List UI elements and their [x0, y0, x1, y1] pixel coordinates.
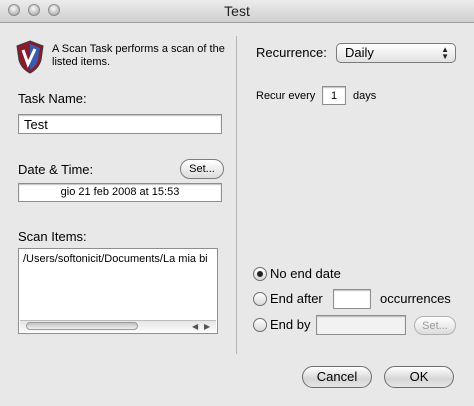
window-title: Test [224, 3, 250, 19]
recurrence-select[interactable]: Daily ▲ ▼ [336, 43, 456, 63]
recur-days-label: days [353, 90, 377, 102]
end-after-radio[interactable] [253, 292, 267, 306]
no-end-date-radio[interactable] [253, 267, 267, 281]
column-divider [236, 36, 237, 354]
no-end-date-label[interactable]: No end date [270, 266, 341, 281]
scan-items-list[interactable]: /Users/softonicit/Documents/La mia bi ◀ … [18, 248, 218, 334]
end-by-label[interactable]: End by [270, 317, 310, 332]
occurrences-label: occurrences [380, 291, 451, 306]
updown-arrows-icon: ▲ ▼ [441, 45, 449, 61]
scroll-thumb[interactable] [26, 322, 138, 330]
end-by-set-button[interactable]: Set... [414, 316, 456, 335]
scan-items-label: Scan Items: [18, 229, 87, 244]
task-name-input[interactable] [18, 114, 222, 134]
task-name-label: Task Name: [18, 91, 87, 106]
end-by-date-input[interactable] [316, 315, 406, 335]
end-after-input[interactable] [333, 289, 371, 309]
scan-task-window: Test A Scan Task performs a scan of the … [0, 0, 474, 406]
info-text: A Scan Task performs a scan of the liste… [52, 43, 225, 68]
ok-button[interactable]: OK [384, 366, 454, 388]
recur-every-input[interactable] [322, 86, 346, 105]
recur-every-label: Recur every [256, 90, 316, 102]
scroll-left-icon[interactable]: ◀ [192, 322, 198, 331]
shield-icon [16, 40, 44, 74]
end-after-label[interactable]: End after [270, 291, 323, 306]
title-bar[interactable]: Test [0, 0, 474, 23]
date-time-display: gio 21 feb 2008 at 15:53 [18, 183, 222, 202]
date-set-button[interactable]: Set... [180, 159, 224, 179]
scroll-right-icon[interactable]: ▶ [204, 322, 210, 331]
cancel-button[interactable]: Cancel [302, 366, 372, 388]
list-item[interactable]: /Users/softonicit/Documents/La mia bi [23, 253, 208, 265]
horizontal-scrollbar[interactable]: ◀ ▶ [20, 320, 216, 332]
date-time-label: Date & Time: [18, 162, 94, 177]
recurrence-selected-value: Daily [345, 45, 374, 60]
recurrence-label: Recurrence: [256, 45, 327, 60]
end-by-radio[interactable] [253, 318, 267, 332]
